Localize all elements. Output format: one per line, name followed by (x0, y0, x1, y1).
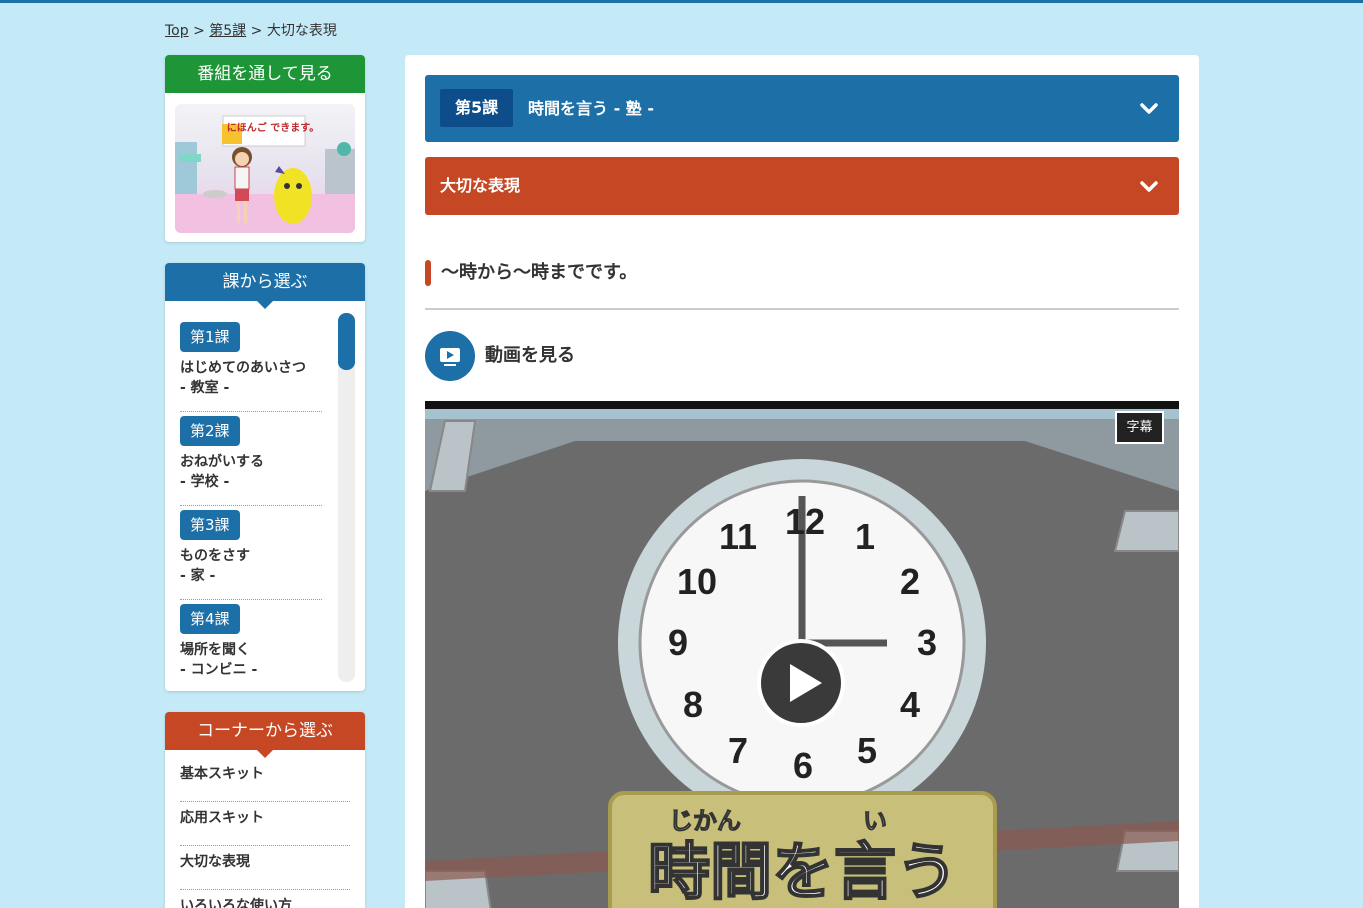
play-icon[interactable] (757, 639, 845, 727)
chevron-down-icon (1140, 103, 1158, 114)
thumbnail-logo-text: にほんご できます。 (227, 121, 319, 134)
breadcrumb: Top > 第5課 > 大切な表現 (165, 20, 337, 40)
lesson-accordion-badge: 第5課 (440, 89, 514, 127)
lesson-list: 第1課 はじめてのあいさつ - 教室 - 第2課 おねがいする - 学校 - 第3課… (180, 318, 322, 694)
clock-numeral: 1 (855, 516, 875, 557)
corner-accordion[interactable]: 大切な表現 (425, 157, 1179, 215)
section-heading-marker (425, 260, 431, 286)
lesson-item[interactable]: 第2課 おねがいする - 学校 - (180, 412, 322, 506)
clock-numeral: 12 (785, 501, 825, 542)
lesson-item[interactable]: 第1課 はじめてのあいさつ - 教室 - (180, 318, 322, 412)
program-thumbnail-image: にほんご できます。 (175, 104, 355, 233)
breadcrumb-current: 大切な表現 (266, 23, 337, 39)
lesson-scrollbar[interactable] (338, 313, 355, 682)
monitor-play-icon (440, 348, 460, 366)
clock-numeral: 2 (900, 561, 920, 602)
lessons-box: 課から選ぶ 第1課 はじめてのあいさつ - 教室 - 第2課 おねがいする - 学校… (165, 263, 365, 691)
top-accent-bar (0, 0, 1363, 3)
corner-item[interactable]: いろいろな使い方 (180, 890, 350, 908)
program-heading[interactable]: 番組を通して見る (165, 55, 365, 93)
lesson-place: - 教室 - (180, 380, 230, 396)
lesson-badge: 第3課 (180, 510, 240, 540)
corners-box: コーナーから選ぶ 基本スキット 応用スキット 大切な表現 いろいろな使い方 (165, 712, 365, 908)
breadcrumb-separator: > (193, 23, 205, 39)
lesson-accordion-title: 時間を言う - 塾 - (528, 99, 654, 118)
lesson-badge: 第4課 (180, 604, 240, 634)
program-box: 番組を通して見る にほんご できます。 (165, 55, 365, 242)
corner-item[interactable]: 応用スキット (180, 802, 350, 846)
caption-ruby: い (863, 807, 887, 835)
clock-numeral: 10 (677, 561, 717, 602)
lesson-title: ものをさす (180, 548, 250, 564)
lesson-place: - 学校 - (180, 474, 230, 490)
clock-numeral: 6 (793, 745, 813, 786)
clock-numeral: 8 (683, 684, 703, 725)
section-heading-text: 〜時から〜時までです。 (441, 262, 638, 283)
clock-numeral: 3 (917, 622, 937, 663)
corner-list: 基本スキット 応用スキット 大切な表現 いろいろな使い方 (180, 758, 350, 908)
caption-text: 時間を言う (648, 835, 958, 908)
corners-heading: コーナーから選ぶ (165, 712, 365, 758)
lesson-scrollbar-thumb[interactable] (338, 313, 355, 370)
chevron-down-icon (1140, 181, 1158, 192)
clock-numeral: 11 (719, 516, 757, 557)
corner-item[interactable]: 大切な表現 (180, 846, 350, 890)
breadcrumb-lesson-link[interactable]: 第5課 (209, 23, 246, 39)
main-panel: 第5課 時間を言う - 塾 - 大切な表現 〜時から〜時までです。 動画を見る (405, 55, 1199, 908)
lesson-badge: 第2課 (180, 416, 240, 446)
lesson-accordion[interactable]: 第5課 時間を言う - 塾 - (425, 75, 1179, 142)
clock-numeral: 4 (900, 684, 920, 725)
video-icon-circle (425, 331, 475, 381)
caption-ruby: じかん (669, 807, 741, 835)
section-heading: 〜時から〜時までです。 (425, 260, 1179, 310)
video-label-text: 動画を見る (485, 345, 575, 366)
subtitles-button[interactable]: 字幕 (1115, 411, 1164, 444)
lesson-title: おねがいする (180, 454, 264, 470)
corner-accordion-title: 大切な表現 (440, 176, 521, 195)
lesson-item[interactable]: 第3課 ものをさす - 家 - (180, 506, 322, 600)
program-thumbnail[interactable]: にほんご できます。 (175, 104, 355, 233)
video-player[interactable]: 12 1 2 3 4 5 6 7 8 9 10 11 じかん い 時間を言う 字… (425, 401, 1179, 908)
lesson-place: - 家 - (180, 568, 216, 584)
corner-item[interactable]: 基本スキット (180, 758, 350, 802)
clock-numeral: 7 (728, 730, 748, 771)
clock-numeral: 5 (857, 730, 877, 771)
lessons-heading: 課から選ぶ (165, 263, 365, 309)
lesson-item[interactable]: 第4課 場所を聞く - コンビニ - (180, 600, 322, 694)
clock-numeral: 9 (668, 622, 688, 663)
breadcrumb-top-link[interactable]: Top (165, 23, 189, 39)
lesson-badge: 第1課 (180, 322, 240, 352)
lesson-title: はじめてのあいさつ (180, 360, 306, 376)
lesson-place: - コンビニ - (180, 662, 258, 678)
lesson-title: 場所を聞く (180, 642, 250, 658)
breadcrumb-separator: > (250, 23, 263, 39)
